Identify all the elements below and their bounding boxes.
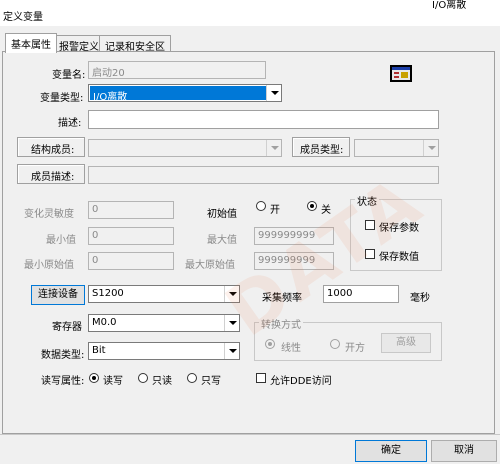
conversion-group-title: 转换方式: [259, 316, 303, 331]
member-desc-field[interactable]: [88, 166, 439, 184]
register-label: 寄存器: [52, 322, 82, 333]
var-name-label: 变量名:: [52, 70, 86, 81]
title-bar: 定义变量 I/O离散: [0, 0, 500, 26]
var-name-field[interactable]: 启动20: [88, 61, 266, 79]
tab-bar: 基本属性 报警定义 记录和安全区: [0, 33, 500, 53]
tab-record-security[interactable]: 记录和安全区: [99, 35, 171, 53]
dialog-title: 定义变量: [3, 12, 43, 23]
rw-writeonly-radio[interactable]: [187, 373, 197, 383]
chevron-down-icon[interactable]: [224, 343, 239, 359]
struct-member-label: 结构成员:: [31, 145, 75, 156]
member-desc-label: 成员描述:: [31, 172, 75, 183]
member-type-label: 成员类型:: [300, 145, 344, 156]
var-type-select[interactable]: I/O离散: [88, 84, 282, 102]
desc-input[interactable]: [88, 110, 439, 129]
advanced-button[interactable]: 高级: [381, 333, 431, 353]
data-type-label: 数据类型:: [41, 350, 85, 361]
var-type-label: 变量类型:: [40, 93, 84, 104]
linear-radio[interactable]: [265, 339, 275, 349]
chevron-down-icon[interactable]: [224, 315, 239, 331]
variable-browser-icon[interactable]: [390, 65, 412, 82]
device-select[interactable]: S1200: [88, 285, 240, 303]
tab-basic-properties[interactable]: 基本属性: [5, 33, 57, 53]
desc-label: 描述:: [58, 118, 82, 129]
chevron-down-icon[interactable]: [224, 286, 239, 302]
rw-label: 读写属性:: [41, 376, 85, 387]
cancel-button[interactable]: 取消: [431, 440, 497, 462]
sample-freq-input[interactable]: 1000: [323, 285, 399, 303]
tab-alarm-definition[interactable]: 报警定义: [53, 35, 105, 53]
rw-readonly-label: 只读: [152, 376, 172, 387]
initial-value-label: 初始值: [207, 209, 237, 220]
sqrt-label: 开方: [345, 343, 365, 354]
register-select[interactable]: M0.0: [88, 314, 240, 332]
save-params-label: 保存参数: [379, 223, 419, 234]
min-value-field[interactable]: 0: [88, 227, 174, 245]
save-value-label: 保存数值: [379, 252, 419, 263]
allow-dde-label: 允许DDE访问: [270, 376, 332, 387]
struct-member-value: [89, 140, 266, 156]
member-type-value: [355, 140, 423, 156]
save-params-checkbox[interactable]: [365, 220, 375, 230]
title-corner-text: I/O离散: [432, 0, 467, 11]
sample-freq-unit: 毫秒: [410, 293, 430, 304]
status-group-title: 状态: [355, 193, 379, 208]
initial-off-radio[interactable]: [307, 201, 317, 211]
allow-dde-checkbox[interactable]: [256, 373, 266, 383]
min-raw-field[interactable]: 0: [88, 252, 174, 270]
sensitivity-field[interactable]: 0: [88, 201, 174, 219]
member-type-select[interactable]: [354, 139, 439, 157]
ok-button[interactable]: 确定: [355, 440, 427, 462]
max-raw-field[interactable]: 999999999: [254, 252, 334, 270]
min-raw-label: 最小原始值: [24, 260, 74, 271]
initial-on-label: 开: [270, 205, 280, 216]
register-value: M0.0: [92, 317, 117, 328]
max-value-field[interactable]: 999999999: [254, 227, 334, 245]
sensitivity-label: 变化灵敏度: [24, 209, 74, 220]
max-value-label: 最大值: [207, 235, 237, 246]
data-type-value: Bit: [92, 345, 106, 356]
chevron-down-icon[interactable]: [266, 140, 281, 156]
define-variable-dialog: 定义变量 I/O离散 基本属性 报警定义 记录和安全区 变量名: 启动20 变量…: [0, 0, 500, 464]
device-value: S1200: [92, 288, 124, 299]
rw-writeonly-label: 只写: [201, 376, 221, 387]
min-value-label: 最小值: [46, 235, 76, 246]
sample-freq-label: 采集频率: [262, 293, 302, 304]
initial-on-radio[interactable]: [256, 201, 266, 211]
rw-readwrite-radio[interactable]: [89, 373, 99, 383]
sqrt-radio[interactable]: [330, 339, 340, 349]
rw-readonly-radio[interactable]: [138, 373, 148, 383]
chevron-down-icon[interactable]: [266, 85, 281, 101]
initial-off-label: 关: [321, 205, 331, 216]
struct-member-select[interactable]: [88, 139, 282, 157]
data-type-select[interactable]: Bit: [88, 342, 240, 360]
rw-readwrite-label: 读写: [103, 376, 123, 387]
var-type-value: I/O离散: [90, 86, 266, 100]
max-raw-label: 最大原始值: [185, 260, 235, 271]
connect-device-button[interactable]: 连接设备: [31, 285, 85, 305]
save-value-checkbox[interactable]: [365, 249, 375, 259]
footer-separator: [0, 434, 500, 435]
chevron-down-icon[interactable]: [423, 140, 438, 156]
linear-label: 线性: [281, 343, 301, 354]
